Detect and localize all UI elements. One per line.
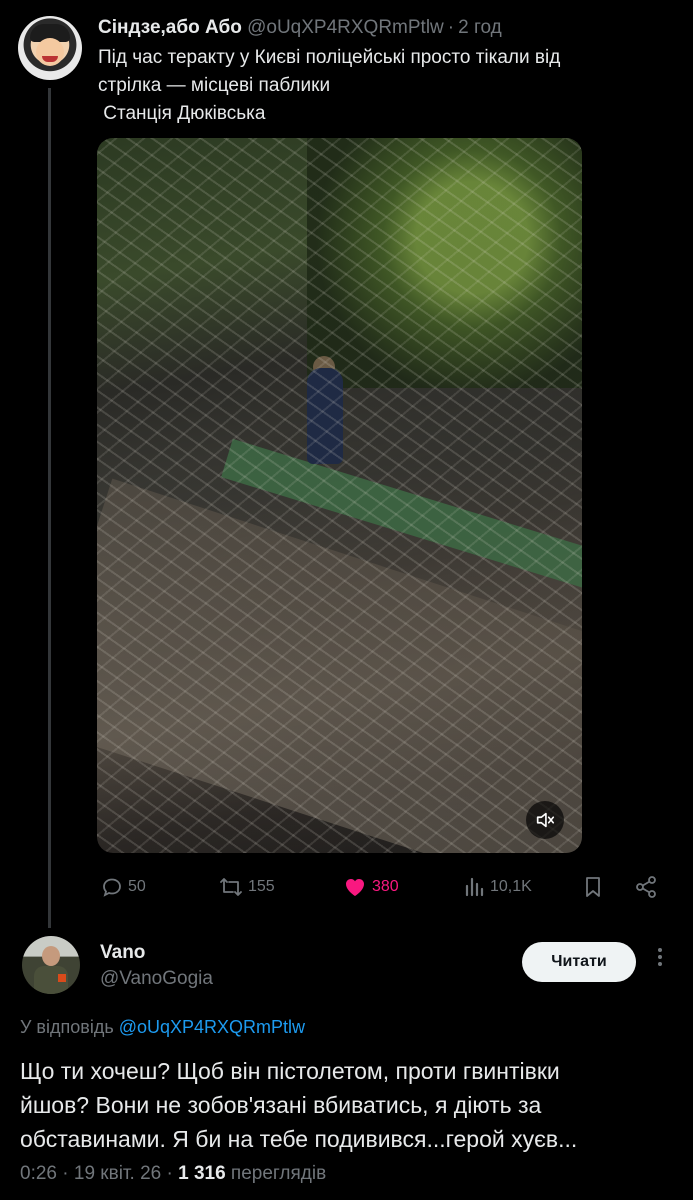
- author-name[interactable]: Сіндзе,або Або: [98, 17, 242, 38]
- avatar[interactable]: [18, 16, 82, 80]
- tweet-actions: 50 155 380 10,1K: [98, 870, 666, 904]
- like-count: 380: [372, 878, 399, 895]
- reply-button[interactable]: 50: [100, 870, 146, 904]
- tweet-date[interactable]: 19 квіт. 26: [74, 1163, 161, 1184]
- repost-button[interactable]: 155: [218, 870, 275, 904]
- tweet-text-line: Під час теракту у Києві поліцейські прос…: [98, 47, 561, 68]
- reply-text-line: Що ти хочеш? Щоб він пістолетом, проти г…: [20, 1058, 560, 1084]
- replying-prefix: У відповідь: [20, 1017, 114, 1037]
- tweet-text: Під час теракту у Києві поліцейські прос…: [98, 44, 658, 128]
- comment-bubble-icon: [100, 875, 124, 899]
- bookmark-button[interactable]: [582, 870, 604, 904]
- tweet-time[interactable]: 2 год: [458, 17, 502, 38]
- avatar[interactable]: [22, 936, 80, 994]
- tweet-text-line: Станція Дюківська: [98, 103, 266, 124]
- like-button[interactable]: 380: [342, 870, 399, 904]
- share-icon: [634, 875, 658, 899]
- author-name[interactable]: Vano: [100, 940, 145, 966]
- tweet-time[interactable]: 0:26: [20, 1163, 57, 1184]
- tweet-header: Сіндзе,або Або @oUqXP4RXQRmPtlw · 2 год: [98, 14, 502, 42]
- more-vertical-icon[interactable]: [650, 946, 670, 976]
- bar-chart-icon: [462, 875, 486, 899]
- repost-arrows-icon: [218, 875, 244, 899]
- follow-button[interactable]: Читати: [522, 942, 636, 982]
- replying-to: У відповідь @oUqXP4RXQRmPtlw: [20, 1014, 305, 1040]
- volume-muted-icon[interactable]: [526, 801, 564, 839]
- share-button[interactable]: [634, 870, 658, 904]
- tweet-text-line: стрілка — місцеві паблики: [98, 75, 331, 96]
- views-count: 10,1K: [490, 878, 532, 895]
- views-button[interactable]: 10,1K: [462, 870, 532, 904]
- tweet-meta: 0:26 · 19 квіт. 26 · 1 316 переглядів: [20, 1160, 326, 1188]
- separator: ·: [166, 1163, 173, 1184]
- heart-icon: [342, 875, 368, 899]
- video-player[interactable]: [97, 138, 582, 853]
- separator: ·: [62, 1163, 69, 1184]
- author-handle[interactable]: @VanoGogia: [100, 966, 213, 992]
- reply-text: Що ти хочеш? Щоб він пістолетом, проти г…: [20, 1054, 680, 1156]
- repost-count: 155: [248, 878, 275, 895]
- reply-count: 50: [128, 878, 146, 895]
- thread-connector-line: [48, 88, 51, 928]
- bookmark-icon: [582, 875, 604, 899]
- replying-to-handle[interactable]: @oUqXP4RXQRmPtlw: [119, 1017, 305, 1037]
- author-handle[interactable]: @oUqXP4RXQRmPtlw: [247, 17, 444, 38]
- reply-text-line: йшов? Вони не зобов'язані вбиватись, я д…: [20, 1092, 542, 1118]
- views-count: 1 316: [178, 1163, 226, 1184]
- separator: ·: [447, 17, 455, 38]
- views-label: переглядів: [230, 1163, 327, 1184]
- reply-text-line: обставинами. Я би на тебе подивився...ге…: [20, 1126, 578, 1152]
